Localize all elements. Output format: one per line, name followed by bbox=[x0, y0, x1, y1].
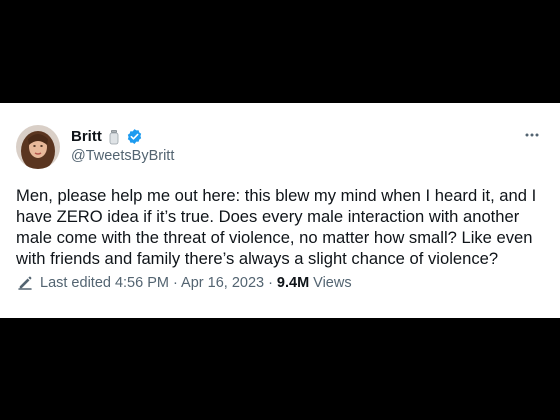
views-label: Views bbox=[313, 275, 352, 291]
avatar[interactable] bbox=[16, 125, 60, 169]
last-edited-link[interactable]: Last edited bbox=[40, 275, 111, 291]
tweet-meta-row: Last edited 4:56 PM · Apr 16, 2023 · 9.4… bbox=[16, 274, 352, 292]
author-name[interactable]: Britt bbox=[71, 128, 102, 145]
pencil-edit-icon bbox=[16, 274, 34, 292]
verified-badge-icon[interactable] bbox=[126, 128, 143, 145]
meta-separator: · bbox=[268, 275, 273, 291]
tweet-card[interactable]: Britt @TweetsByBritt Men, please help me… bbox=[0, 103, 560, 318]
author-handle[interactable]: @TweetsByBritt bbox=[71, 148, 174, 164]
more-options-icon[interactable] bbox=[524, 127, 540, 143]
tweet-timestamp[interactable]: 4:56 PM · Apr 16, 2023 bbox=[115, 275, 264, 291]
author-row: Britt bbox=[71, 128, 143, 145]
salt-shaker-icon bbox=[108, 129, 120, 145]
avatar-image bbox=[16, 125, 60, 169]
tweet-text: Men, please help me out here: this blew … bbox=[16, 186, 537, 268]
views-count: 9.4M bbox=[276, 275, 310, 291]
